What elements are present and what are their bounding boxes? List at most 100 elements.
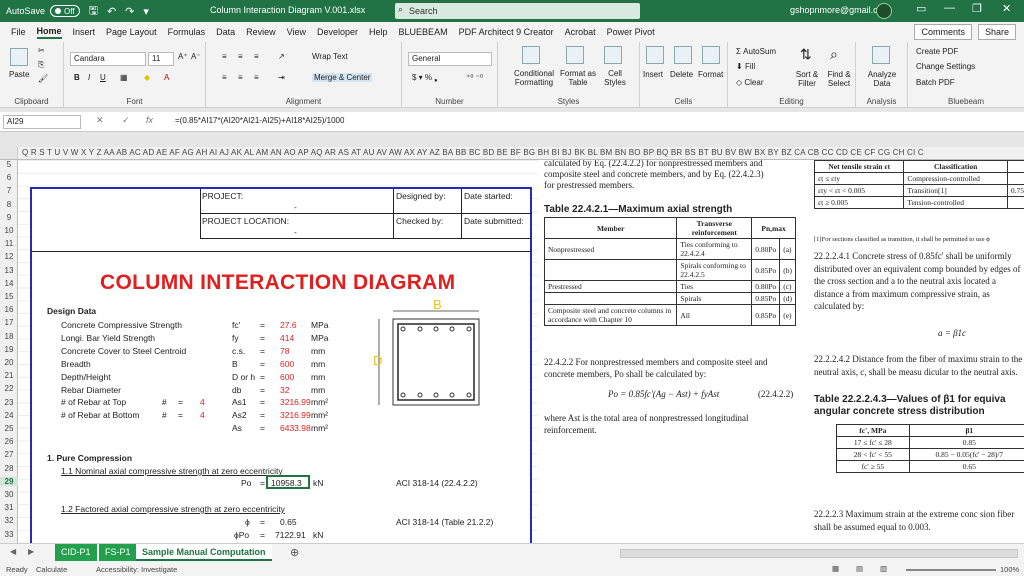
sort-filter-icon[interactable]: ⇅ — [800, 46, 812, 63]
number-format-select[interactable]: General — [408, 52, 492, 66]
param-value[interactable]: 27.6 — [280, 320, 297, 330]
tab-review[interactable]: Review — [246, 27, 276, 37]
align-left-icon[interactable]: ≡ — [222, 73, 227, 82]
row-header[interactable]: 30 — [0, 490, 18, 499]
align-bottom-icon[interactable]: ≡ — [254, 52, 259, 61]
name-box[interactable]: AI29 — [3, 115, 81, 129]
batch-pdf-button[interactable]: Batch PDF — [916, 78, 955, 87]
row-header[interactable]: 24 — [0, 411, 18, 420]
row-header[interactable]: 22 — [0, 384, 18, 393]
row-header[interactable]: 5 — [0, 160, 18, 169]
formula-input[interactable]: =(0.85*AI17*(AI20*AI21-AI25)+AI18*AI25)/… — [175, 116, 344, 125]
param-count-value[interactable]: 4 — [200, 397, 205, 407]
change-settings-button[interactable]: Change Settings — [916, 62, 975, 71]
create-pdf-button[interactable]: Create PDF — [916, 47, 958, 56]
row-header[interactable]: 16 — [0, 305, 18, 314]
insert-button[interactable]: Insert — [643, 70, 663, 79]
conditional-formatting-icon[interactable] — [522, 46, 540, 64]
sort-filter-button[interactable]: Sort & Filter — [792, 70, 822, 88]
select-all-corner[interactable] — [0, 147, 18, 159]
currency-icon[interactable]: $ ▾ % ❟ — [412, 73, 437, 83]
tab-bluebeam[interactable]: BLUEBEAM — [399, 27, 448, 37]
row-header[interactable]: 32 — [0, 516, 18, 525]
italic-icon[interactable]: I — [88, 73, 90, 82]
row-header[interactable]: 13 — [0, 266, 18, 275]
row-header[interactable]: 9 — [0, 213, 18, 222]
tab-file[interactable]: File — [11, 27, 26, 37]
param-value[interactable]: 414 — [280, 333, 294, 343]
tab-acrobat[interactable]: Acrobat — [565, 27, 596, 37]
format-button[interactable]: Format — [698, 70, 723, 79]
phipo-value[interactable]: 7122.91 — [275, 530, 306, 540]
avatar[interactable] — [876, 3, 892, 19]
decrease-font-icon[interactable]: A⁻ — [191, 52, 201, 61]
row-header[interactable]: 17 — [0, 318, 18, 327]
tab-developer[interactable]: Developer — [317, 27, 358, 37]
merge-center-button[interactable]: Merge & Center — [312, 73, 373, 82]
calculate-button[interactable]: Calculate — [36, 565, 67, 574]
borders-icon[interactable]: ▦ — [120, 73, 128, 82]
row-header[interactable]: 10 — [0, 226, 18, 235]
tab-power-pivot[interactable]: Power Pivot — [607, 27, 655, 37]
param-value[interactable]: 78 — [280, 346, 289, 356]
align-middle-icon[interactable]: ≡ — [238, 52, 243, 61]
search-input[interactable]: ⌕ Search — [395, 3, 640, 19]
analyze-data-button[interactable]: Analyze Data — [864, 70, 900, 88]
save-icon[interactable]: 🖫 — [89, 2, 98, 21]
row-header[interactable]: 29 — [0, 476, 18, 486]
row-header[interactable]: 23 — [0, 398, 18, 407]
undo-icon[interactable]: ↶ — [107, 5, 116, 18]
clear-button[interactable]: ◇ Clear — [736, 78, 764, 87]
tab-pdf-architect[interactable]: PDF Architect 9 Creator — [459, 27, 554, 37]
customize-qat-icon[interactable]: ▾ — [143, 5, 149, 18]
ribbon-display-icon[interactable]: ▭ — [916, 2, 926, 15]
analyze-data-icon[interactable] — [872, 46, 890, 64]
orientation-icon[interactable]: ↗ — [278, 52, 285, 61]
page-layout-icon[interactable]: ▤ — [856, 564, 863, 573]
format-cells-icon[interactable] — [702, 46, 720, 64]
param-value[interactable]: 3216.99 — [280, 397, 311, 407]
autosum-button[interactable]: Σ AutoSum — [736, 47, 776, 56]
param-value[interactable]: 32 — [280, 385, 289, 395]
tab-data[interactable]: Data — [216, 27, 235, 37]
align-right-icon[interactable]: ≡ — [254, 73, 259, 82]
align-center-icon[interactable]: ≡ — [238, 73, 243, 82]
underline-icon[interactable]: U — [100, 73, 106, 82]
cell-styles-button[interactable]: Cell Styles — [600, 69, 630, 87]
fill-button[interactable]: ⬇ Fill — [736, 62, 755, 71]
worksheet[interactable]: PROJECT: - PROJECT LOCATION: - Designed … — [18, 160, 1024, 543]
align-top-icon[interactable]: ≡ — [222, 52, 227, 61]
param-value[interactable]: 600 — [280, 359, 294, 369]
row-header[interactable]: 14 — [0, 279, 18, 288]
copy-icon[interactable]: ⎘ — [38, 60, 44, 70]
decimal-icon[interactable]: ⁺⁰ ⁻⁰ — [466, 73, 483, 82]
insert-cells-icon[interactable] — [646, 46, 664, 64]
normal-view-icon[interactable]: ▦ — [832, 564, 839, 573]
format-table-button[interactable]: Format as Table — [560, 69, 596, 87]
enter-icon[interactable]: ✓ — [122, 115, 130, 126]
row-header[interactable]: 33 — [0, 530, 18, 539]
row-header[interactable]: 7 — [0, 186, 18, 195]
zoom-level[interactable]: 100% — [1000, 565, 1019, 574]
insert-function-icon[interactable]: fx — [146, 115, 153, 125]
tab-scroll-left-icon[interactable]: ◀ — [10, 547, 16, 556]
row-header[interactable]: 19 — [0, 345, 18, 354]
column-letters[interactable]: Q R S T U V W X Y Z AA AB AC AD AE AF AG… — [22, 148, 924, 157]
delete-button[interactable]: Delete — [670, 70, 693, 79]
zoom-slider[interactable] — [906, 569, 996, 571]
tab-home[interactable]: Home — [36, 26, 62, 39]
font-color-icon[interactable]: A — [164, 73, 169, 82]
row-header[interactable]: 31 — [0, 503, 18, 512]
indent-icon[interactable]: ⇥ — [278, 73, 285, 82]
page-break-icon[interactable]: ▥ — [880, 564, 887, 573]
tab-help[interactable]: Help — [369, 27, 388, 37]
param-count-value[interactable]: 4 — [200, 410, 205, 420]
tab-sample-manual-computation[interactable]: Sample Manual Computation — [136, 544, 272, 561]
param-value[interactable]: 600 — [280, 372, 294, 382]
autosave-toggle[interactable]: Off — [50, 5, 80, 17]
font-size-select[interactable]: 11 — [148, 52, 174, 66]
find-select-icon[interactable]: ⌕ — [830, 46, 838, 63]
comments-button[interactable]: Comments — [914, 24, 972, 40]
tab-fs-p1[interactable]: FS-P1 — [99, 544, 137, 561]
row-header[interactable]: 11 — [0, 239, 18, 248]
